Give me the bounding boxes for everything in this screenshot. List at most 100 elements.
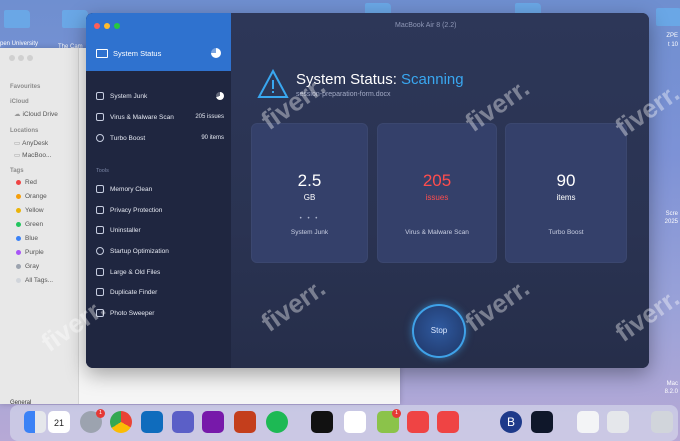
calendar-icon[interactable]: 21 bbox=[48, 411, 70, 433]
finder-locations-header: Locations bbox=[10, 128, 39, 134]
card-unit: GB bbox=[303, 193, 316, 202]
desktop-side-text: ZPE bbox=[666, 33, 678, 39]
desktop-side-text: 8.2.0 bbox=[664, 389, 678, 395]
finder-tag-item[interactable]: Red bbox=[16, 179, 37, 186]
zoom-button[interactable] bbox=[114, 23, 120, 29]
sidebar-tool-uninstaller[interactable]: Uninstaller bbox=[96, 223, 224, 237]
finder-icon[interactable] bbox=[24, 411, 46, 433]
minimize-button[interactable] bbox=[104, 23, 110, 29]
sidebar-item-label: System Junk bbox=[110, 92, 148, 100]
app-window: System Status System Junk Virus & Malwar… bbox=[86, 13, 649, 368]
document-thumbnail-icon[interactable] bbox=[607, 411, 629, 433]
progress-pie-icon bbox=[216, 92, 224, 100]
sidebar-tool-large-old-files[interactable]: Large & Old Files bbox=[96, 265, 224, 279]
finder-favourites-header: Favourites bbox=[10, 84, 41, 90]
card-number: 205 bbox=[422, 171, 452, 190]
powerpoint-icon[interactable] bbox=[234, 411, 256, 433]
finder-tag-item[interactable]: Orange bbox=[16, 193, 47, 200]
sidebar-item-virus-malware-scan[interactable]: Virus & Malware Scan 205 issues bbox=[96, 110, 224, 124]
finder-icloud-header: iCloud bbox=[10, 99, 29, 105]
finder-tag-item[interactable]: Purple bbox=[16, 249, 44, 256]
memory-icon bbox=[96, 185, 104, 193]
activity-monitor-icon[interactable] bbox=[531, 411, 553, 433]
finder-location-label: MacBoo... bbox=[22, 152, 52, 159]
finder-icloud-drive-item[interactable]: ☁ iCloud Drive bbox=[14, 110, 58, 118]
finder-minimize-button[interactable] bbox=[18, 55, 24, 61]
card-unit: items bbox=[556, 193, 576, 202]
card-label: Turbo Boost bbox=[548, 229, 584, 236]
trash-icon[interactable] bbox=[651, 411, 673, 433]
teams-icon[interactable] bbox=[172, 411, 194, 433]
card-number: 90 bbox=[556, 171, 576, 190]
finder-tag-item[interactable]: Yellow bbox=[16, 207, 44, 214]
sidebar-tool-privacy-protection[interactable]: Privacy Protection bbox=[96, 203, 224, 217]
finder-tag-label: Orange bbox=[25, 193, 47, 200]
sidebar-item-count: 90 items bbox=[201, 135, 224, 141]
onenote-icon[interactable] bbox=[202, 411, 224, 433]
desktop-side-text: 2025 bbox=[664, 219, 678, 225]
finder-tag-item[interactable]: Green bbox=[16, 221, 44, 228]
sidebar-tool-memory-clean[interactable]: Memory Clean bbox=[96, 182, 224, 196]
desktop-folder-icon[interactable] bbox=[656, 8, 680, 26]
spotify-icon[interactable] bbox=[266, 411, 288, 433]
tag-dot-icon bbox=[16, 278, 21, 283]
sidebar-header-title: System Status bbox=[113, 49, 162, 58]
anydesk-icon[interactable] bbox=[407, 411, 429, 433]
sidebar-header[interactable]: System Status bbox=[86, 13, 231, 71]
chrome-icon[interactable] bbox=[110, 411, 132, 433]
music-icon[interactable] bbox=[344, 411, 366, 433]
card-unit: issues bbox=[425, 193, 449, 202]
finder-close-button[interactable] bbox=[9, 55, 15, 61]
stop-button[interactable]: Stop bbox=[412, 304, 466, 358]
finder-tag-label: Yellow bbox=[25, 207, 44, 214]
power-icon bbox=[96, 247, 104, 255]
sidebar-tool-label: Photo Sweeper bbox=[110, 309, 155, 317]
loading-dots-icon: • • • bbox=[299, 216, 320, 222]
sidebar-tool-startup-optimization[interactable]: Startup Optimization bbox=[96, 244, 224, 258]
desktop-folder-icon[interactable] bbox=[62, 10, 88, 28]
finder-tag-item[interactable]: Blue bbox=[16, 235, 38, 242]
tag-dot-icon bbox=[16, 194, 21, 199]
terminal-icon[interactable] bbox=[311, 411, 333, 433]
card-system-junk[interactable]: 2.5 GB • • • System Junk bbox=[251, 123, 368, 263]
finder-tag-label: Green bbox=[25, 221, 44, 228]
desktop-folder-label: pen University bbox=[0, 41, 39, 47]
drive-icon: ▭ bbox=[14, 140, 21, 147]
sidebar-item-system-junk[interactable]: System Junk bbox=[96, 89, 224, 103]
sidebar-tool-label: Memory Clean bbox=[110, 185, 153, 193]
uninstaller-icon bbox=[96, 226, 104, 234]
sidebar-tool-duplicate-finder[interactable]: Duplicate Finder bbox=[96, 285, 224, 299]
card-turbo-boost[interactable]: 90 items Turbo Boost bbox=[505, 123, 627, 263]
speedometer-icon bbox=[96, 134, 104, 142]
outlook-icon[interactable] bbox=[141, 411, 163, 433]
card-virus-malware-scan[interactable]: 205 issues Virus & Malware Scan bbox=[377, 123, 497, 263]
app-b-icon[interactable]: B bbox=[500, 411, 522, 433]
finder-location-label: AnyDesk bbox=[22, 140, 49, 147]
sidebar-tool-label: Duplicate Finder bbox=[110, 288, 158, 296]
sidebar-tool-label: Startup Optimization bbox=[110, 247, 169, 255]
shield-icon bbox=[96, 113, 104, 121]
drive-icon: ▭ bbox=[14, 152, 21, 159]
desktop-folder-icon[interactable] bbox=[4, 10, 30, 28]
finder-tag-label: Gray bbox=[25, 263, 40, 270]
notification-badge: 1 bbox=[96, 409, 105, 418]
finder-location-item[interactable]: ▭ MacBoo... bbox=[14, 151, 51, 159]
tag-dot-icon bbox=[16, 208, 21, 213]
anydesk-icon[interactable] bbox=[437, 411, 459, 433]
close-button[interactable] bbox=[94, 23, 100, 29]
finder-zoom-button[interactable] bbox=[27, 55, 33, 61]
card-label: Virus & Malware Scan bbox=[405, 229, 469, 236]
desktop-side-text: Scre bbox=[665, 211, 678, 217]
document-thumbnail-icon[interactable] bbox=[577, 411, 599, 433]
sidebar-tool-photo-sweeper[interactable]: Photo Sweeper bbox=[96, 306, 224, 320]
finder-icloud-drive-label: iCloud Drive bbox=[22, 111, 58, 118]
sidebar-item-turbo-boost[interactable]: Turbo Boost 90 items bbox=[96, 131, 224, 145]
finder-location-item[interactable]: ▭ AnyDesk bbox=[14, 139, 48, 147]
finder-tag-item[interactable]: Gray bbox=[16, 263, 40, 270]
window-title: MacBook Air 8 (2.2) bbox=[395, 22, 457, 29]
sidebar-item-label: Turbo Boost bbox=[110, 134, 146, 142]
finder-tag-item[interactable]: All Tags... bbox=[16, 277, 53, 284]
card-number: 2.5 bbox=[297, 171, 322, 190]
progress-pie-icon bbox=[211, 48, 221, 58]
finder-tags-header: Tags bbox=[10, 168, 24, 174]
